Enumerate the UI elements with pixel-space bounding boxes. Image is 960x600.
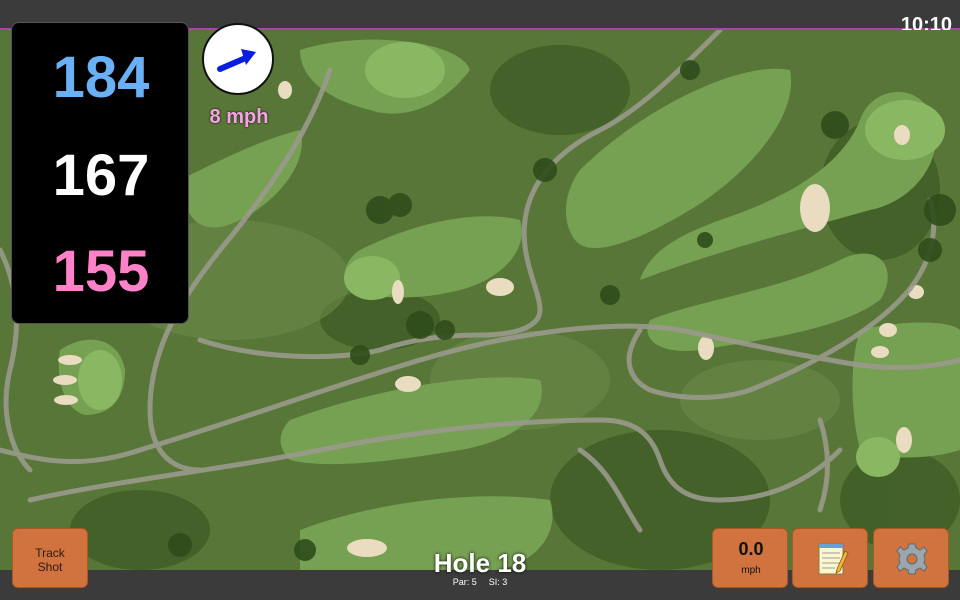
notepad-icon [818,543,849,575]
wind-indicator [202,23,274,95]
speed-value: 0.0 [738,539,764,559]
settings-button[interactable] [873,528,949,588]
track-shot-label: Track Shot [35,546,65,574]
wind-arrow-icon [217,49,256,72]
gear-icon [896,543,928,575]
wind-speed: 8 mph [209,106,269,128]
hole-par: Par: 5 [452,577,477,587]
back-distance: 184 [52,45,150,110]
hole-title: Hole 18 [433,548,527,578]
speed-button[interactable]: 0.0 mph [712,528,788,588]
track-shot-button[interactable]: Track Shot [12,528,88,588]
notes-button[interactable] [792,528,868,588]
distance-panel: 184 167 155 [11,22,189,324]
speed-unit: mph [741,565,761,576]
hole-si: SI: 3 [488,577,508,587]
front-distance: 155 [52,239,150,304]
middle-distance: 167 [52,143,150,208]
hole-info: Par: 5 SI: 3 [380,577,580,587]
